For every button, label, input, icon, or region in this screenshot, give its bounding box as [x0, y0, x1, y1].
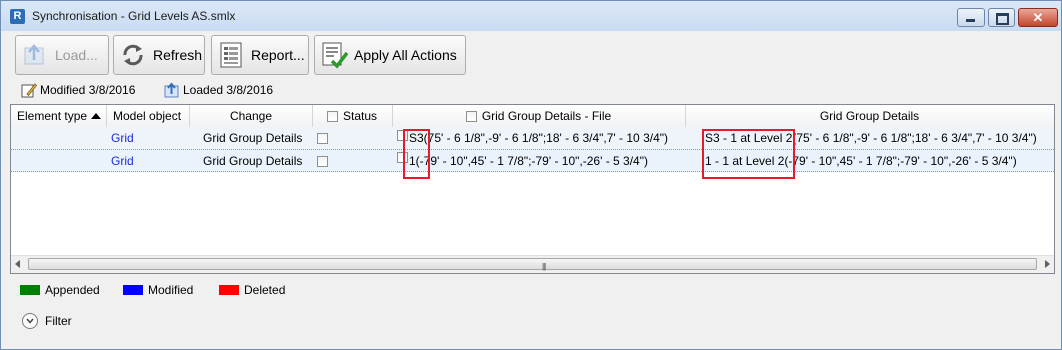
column-header-element-type[interactable]: Element type — [11, 105, 107, 127]
apply-all-actions-button[interactable]: Apply All Actions — [314, 35, 466, 75]
status-checkbox[interactable] — [317, 132, 328, 144]
sync-window: R Synchronisation - Grid Levels AS.smlx … — [0, 0, 1062, 350]
report-button[interactable]: Report... — [211, 35, 309, 75]
status-header-checkbox[interactable] — [326, 110, 338, 122]
loaded-status: Loaded 3/8/2016 — [164, 81, 273, 99]
legend-deleted: Deleted — [219, 283, 285, 297]
status-checkbox-cell — [317, 127, 328, 149]
chevron-down-icon[interactable] — [22, 313, 38, 329]
deleted-label: Deleted — [244, 283, 286, 297]
sort-ascending-icon — [91, 113, 102, 119]
filter-toggle[interactable]: Filter — [22, 313, 72, 329]
modified-label: Modified — [148, 283, 194, 297]
sync-grid: Element type Model object Change Status … — [10, 104, 1055, 274]
appended-label: Appended — [45, 283, 100, 297]
grip-icon: ||| — [542, 262, 546, 271]
refresh-label: Refresh — [153, 47, 203, 63]
column-header-model-object[interactable]: Model object — [107, 105, 190, 127]
report-icon — [216, 40, 246, 70]
column-header-details[interactable]: Grid Group Details — [685, 105, 1054, 127]
model-object-link[interactable]: Grid — [111, 150, 134, 172]
status-checkbox-cell — [317, 150, 328, 172]
scroll-right-icon[interactable] — [1045, 260, 1050, 268]
file-details-cell: 1(-79' - 10",45' - 1 7/8";-79' - 10",-26… — [397, 150, 648, 172]
legend-modified: Modified — [123, 283, 193, 297]
model-object-link[interactable]: Grid — [111, 127, 134, 149]
apply-checklist-icon — [319, 40, 349, 70]
loaded-date: Loaded 3/8/2016 — [183, 83, 274, 97]
highlight-box-level-prefix — [702, 129, 795, 179]
revit-app-icon: R — [10, 9, 25, 24]
details-header-label: Grid Group Details — [819, 109, 920, 123]
change-cell: Grid Group Details — [203, 154, 303, 168]
table-row[interactable]: Grid Grid Group Details 1(-79' - 10",45'… — [11, 149, 1054, 172]
toolbar: Load... Refresh Report... Apply All Acti… — [1, 32, 1061, 76]
file-details-cell: S3(75' - 6 1/8",-9' - 6 1/8";18' - 6 3/4… — [397, 127, 668, 149]
title-bar[interactable]: R Synchronisation - Grid Levels AS.smlx … — [1, 1, 1061, 31]
apply-all-actions-label: Apply All Actions — [354, 47, 457, 63]
status-header-label: Status — [342, 109, 378, 123]
modified-status: Modified 3/8/2016 — [21, 81, 135, 99]
window-title: Synchronisation - Grid Levels AS.smlx — [32, 9, 236, 23]
deleted-swatch — [219, 285, 239, 295]
file-details-header-checkbox[interactable] — [465, 110, 477, 122]
minimize-button[interactable] — [957, 8, 985, 27]
close-icon: ✕ — [1032, 10, 1044, 25]
modified-date: Modified 3/8/2016 — [40, 83, 136, 97]
legend-appended: Appended — [20, 283, 100, 297]
change-cell: Grid Group Details — [203, 131, 303, 145]
change-header-label: Change — [229, 109, 273, 123]
filter-label: Filter — [45, 314, 72, 328]
model-object-header-label: Model object — [113, 109, 182, 123]
horizontal-scrollbar[interactable]: ||| — [11, 255, 1054, 273]
file-details-value: 1(-79' - 10",45' - 1 7/8";-79' - 10",-26… — [409, 154, 648, 168]
report-label: Report... — [251, 47, 305, 63]
status-checkbox[interactable] — [317, 155, 328, 167]
modified-swatch — [123, 285, 143, 295]
appended-swatch — [20, 285, 40, 295]
close-button[interactable]: ✕ — [1018, 8, 1058, 27]
maximize-button[interactable] — [988, 8, 1015, 27]
scrollbar-thumb[interactable]: ||| — [28, 258, 1037, 271]
loaded-upload-icon — [164, 82, 179, 98]
highlight-box-file-prefix — [403, 129, 430, 179]
load-label: Load... — [55, 47, 98, 63]
file-details-header-label: Grid Group Details - File — [481, 109, 612, 123]
column-header-status[interactable]: Status — [312, 105, 393, 127]
load-button[interactable]: Load... — [15, 35, 109, 75]
grid-header: Element type Model object Change Status … — [11, 105, 1054, 128]
load-icon — [20, 40, 50, 70]
file-details-value: S3(75' - 6 1/8",-9' - 6 1/8";18' - 6 3/4… — [409, 131, 669, 145]
column-header-change[interactable]: Change — [190, 105, 313, 127]
modified-pencil-icon — [21, 83, 37, 98]
refresh-button[interactable]: Refresh — [113, 35, 205, 75]
column-header-file-details[interactable]: Grid Group Details - File — [392, 105, 686, 127]
element-type-header-label: Element type — [17, 109, 88, 123]
refresh-icon — [118, 40, 148, 70]
table-row[interactable]: Grid Grid Group Details S3(75' - 6 1/8",… — [11, 127, 1054, 149]
scroll-left-icon[interactable] — [15, 260, 20, 268]
